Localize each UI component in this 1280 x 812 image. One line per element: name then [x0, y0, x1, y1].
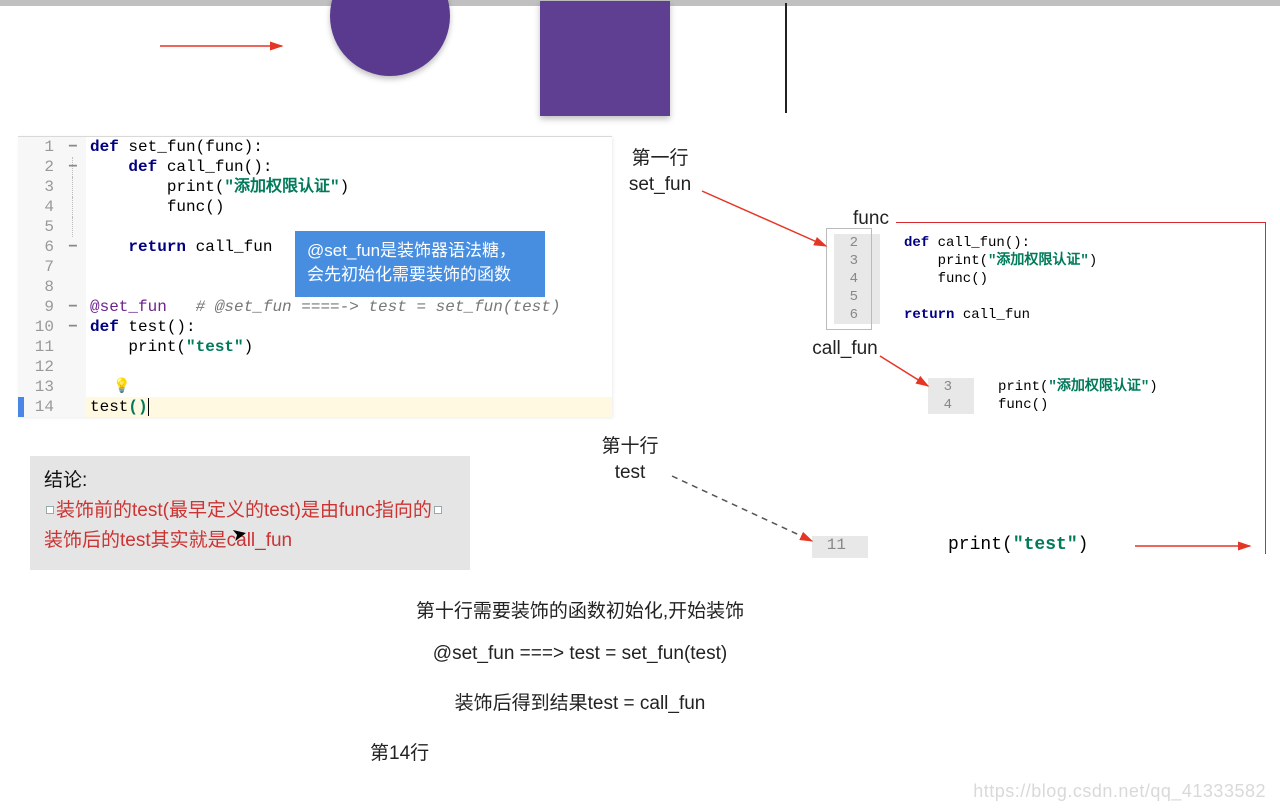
- label-line10: 第十行 test: [585, 434, 675, 486]
- conclusion-line: 装饰后的test其实就是call_fun: [44, 526, 456, 556]
- explain-line: 装饰后得到结果test = call_fun: [320, 683, 840, 725]
- purple-square: [540, 1, 670, 116]
- snippet1-gutter-border: [826, 228, 872, 330]
- conclusion-line: 装饰前的test(最早定义的test)是由func指向的: [56, 500, 432, 521]
- label-line1: 第一行 set_fun: [615, 146, 705, 198]
- vertical-divider: [785, 3, 787, 113]
- conclusion-title: 结论:: [44, 466, 456, 496]
- watermark: https://blog.csdn.net/qq_41333582: [973, 781, 1266, 802]
- tooltip-line: @set_fun是装饰器语法糖，: [307, 239, 533, 263]
- purple-circle: [330, 0, 450, 76]
- explain-line: 第十行需要装饰的函数初始化,开始装饰: [320, 591, 840, 633]
- red-outline-main: [896, 222, 1266, 554]
- decorator-tooltip: @set_fun是装饰器语法糖， 会先初始化需要装饰的函数: [295, 231, 545, 297]
- tooltip-line: 会先初始化需要装饰的函数: [307, 263, 533, 287]
- label-callfun: call_fun: [800, 336, 890, 362]
- explain-line: @set_fun ===> test = set_fun(test): [320, 633, 840, 675]
- explanation-text: 第十行需要装饰的函数初始化,开始装饰 @set_fun ===> test = …: [320, 591, 840, 775]
- conclusion-box: 结论: 装饰前的test(最早定义的test)是由func指向的 装饰后的tes…: [30, 456, 470, 570]
- explain-line: 第14行: [320, 733, 840, 775]
